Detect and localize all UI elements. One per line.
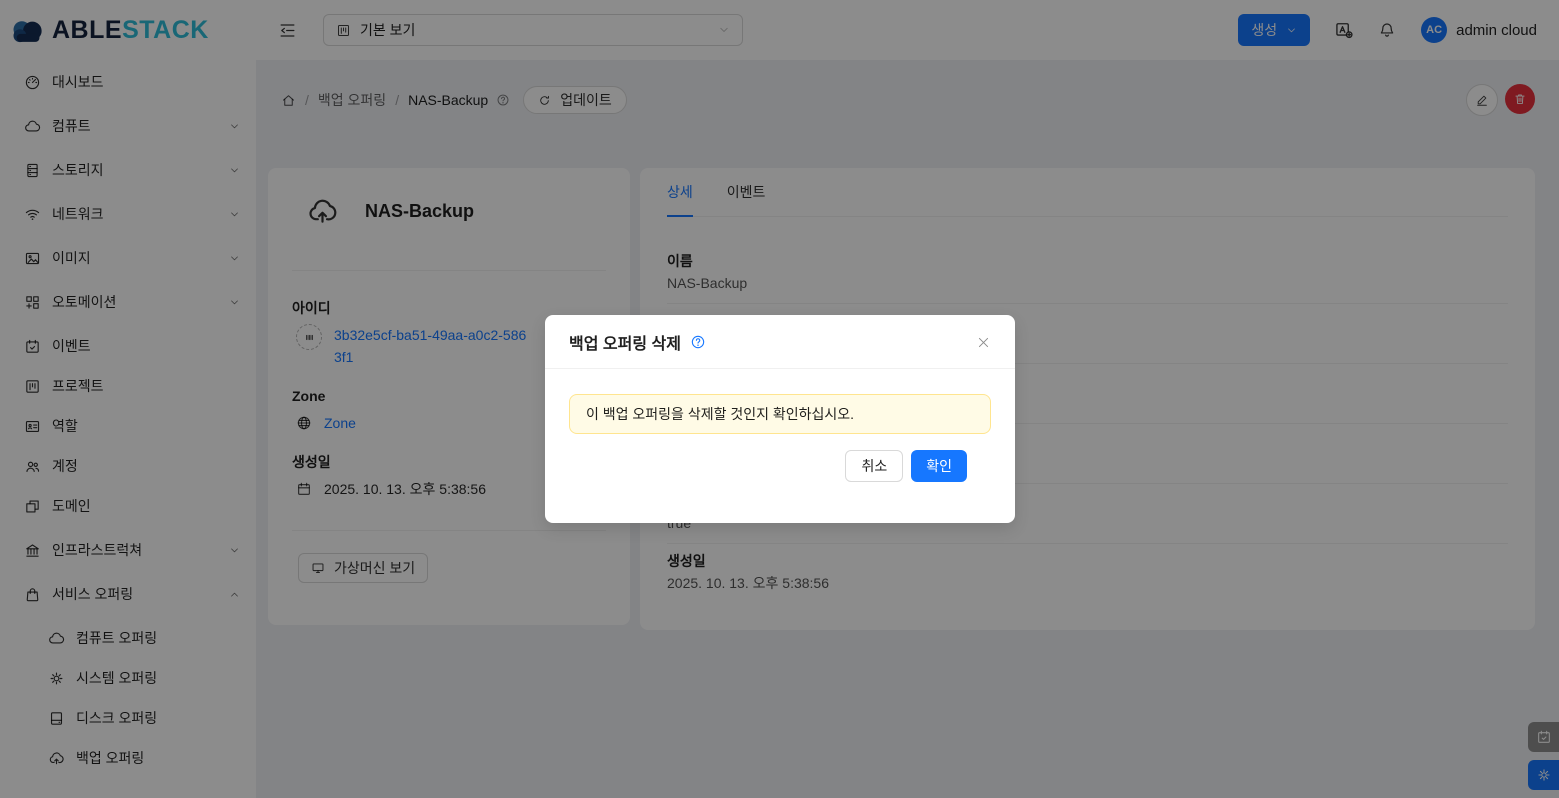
- delete-confirm-modal: 백업 오퍼링 삭제 이 백업 오퍼링을 삭제할 것인지 확인하십시오. 취소 확…: [545, 315, 1015, 523]
- cancel-button[interactable]: 취소: [845, 450, 903, 482]
- modal-header: 백업 오퍼링 삭제: [545, 315, 1015, 368]
- warning-alert: 이 백업 오퍼링을 삭제할 것인지 확인하십시오.: [569, 394, 991, 434]
- modal-title: 백업 오퍼링 삭제: [569, 330, 681, 354]
- confirm-button[interactable]: 확인: [911, 450, 967, 482]
- question-circle-icon[interactable]: [690, 334, 706, 350]
- modal-body: 이 백업 오퍼링을 삭제할 것인지 확인하십시오. 취소 확인: [545, 369, 1015, 482]
- modal-footer: 취소 확인: [569, 434, 991, 482]
- close-icon[interactable]: [976, 335, 991, 350]
